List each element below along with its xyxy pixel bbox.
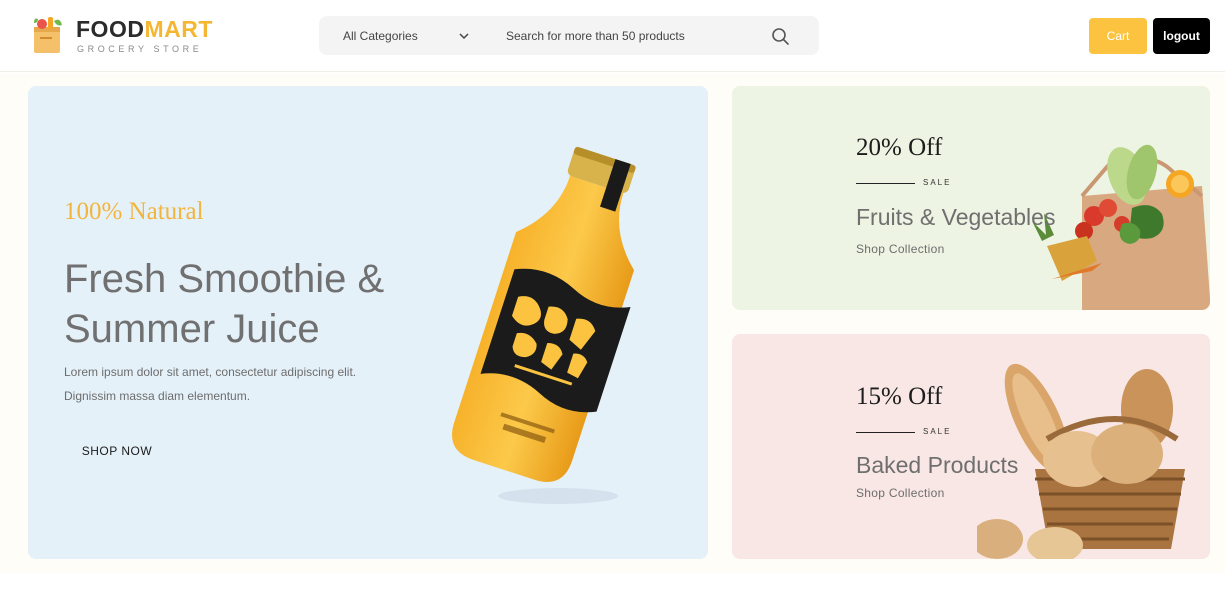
search-bar: All Categories Search for more than 50 p… — [319, 16, 819, 55]
brand-name-part2: MART — [144, 16, 213, 42]
cart-button[interactable]: Cart — [1089, 18, 1147, 54]
banner-description: Lorem ipsum dolor sit amet, consectetur … — [64, 365, 357, 403]
promo-divider — [856, 183, 915, 184]
grocery-bag-icon — [34, 17, 62, 53]
brand-tagline: GROCERY STORE — [77, 44, 203, 54]
main-banner: 100% Natural Fresh Smoothie & Summer Jui… — [28, 86, 708, 559]
site-header: FOODMART GROCERY STORE All Categories Se… — [0, 0, 1225, 72]
chevron-down-icon — [459, 33, 469, 40]
shop-collection-link[interactable]: Shop Collection — [856, 242, 945, 256]
search-input[interactable]: Search for more than 50 products — [506, 29, 685, 43]
promo-discount: 15% Off — [856, 383, 943, 410]
promo-divider — [856, 432, 915, 433]
promo-card-fruits-vegetables[interactable]: 20% Off SALE Fruits & Vegetables Shop Co… — [732, 86, 1210, 310]
category-select[interactable]: All Categories — [319, 16, 479, 55]
search-icon[interactable] — [769, 25, 791, 47]
brand-name: FOODMART — [76, 17, 213, 41]
juice-bottle-image — [452, 146, 636, 504]
banner-eyebrow: 100% Natural — [64, 198, 204, 225]
logout-button[interactable]: logout — [1153, 18, 1210, 54]
brand-name-part1: FOOD — [76, 16, 145, 42]
shop-now-button[interactable]: SHOP NOW — [64, 432, 170, 470]
shop-collection-link[interactable]: Shop Collection — [856, 486, 945, 500]
promo-category-name: Fruits & Vegetables — [856, 204, 1056, 230]
logo[interactable]: FOODMART GROCERY STORE — [30, 13, 220, 59]
promo-sale-label: SALE — [923, 178, 952, 187]
promo-sale-label: SALE — [923, 427, 952, 436]
category-select-value: All Categories — [343, 29, 418, 43]
promo-discount: 20% Off — [856, 134, 943, 161]
promo-card-baked-products[interactable]: 15% Off SALE Baked Products Shop Collect… — [732, 334, 1210, 559]
bread-basket-image — [977, 363, 1185, 559]
banner-title: Fresh Smoothie & Summer Juice — [64, 257, 385, 351]
